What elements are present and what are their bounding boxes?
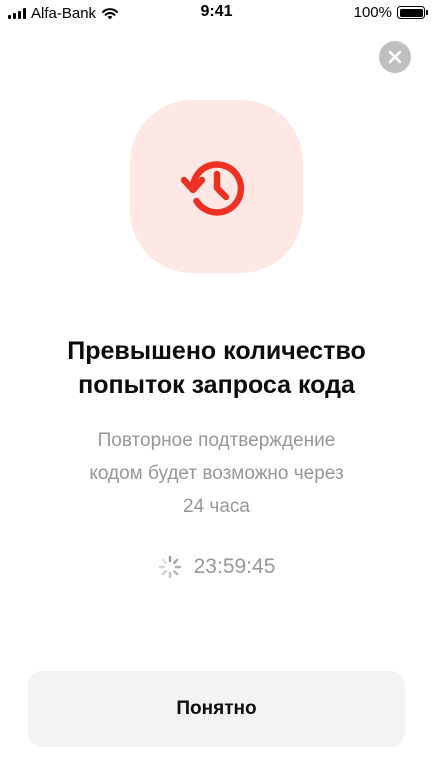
history-clock-icon <box>180 160 244 216</box>
dialog-title-line-2: попыток запроса кода <box>78 371 355 399</box>
status-right: 100% <box>353 4 428 21</box>
close-icon <box>388 50 402 64</box>
hero-icon-tile <box>130 100 303 273</box>
dialog-subtitle-line-1: Повторное подтверждение <box>97 430 336 451</box>
dialog-title-line-1: Превышено количество <box>67 337 366 365</box>
close-button[interactable] <box>379 41 411 73</box>
spinner-icon <box>158 555 181 579</box>
countdown-value: 23:59:45 <box>193 555 276 578</box>
battery-percent: 100% <box>353 4 392 21</box>
dialog-title: Превышено количество попыток запроса код… <box>20 334 413 402</box>
status-bar: Alfa-Bank 9:41 100% <box>0 0 433 28</box>
battery-icon <box>397 6 428 19</box>
dialog-subtitle-line-3: 24 часа <box>183 496 250 517</box>
dialog-subtitle-line-2: кодом будет возможно через <box>89 463 344 484</box>
dialog-subtitle: Повторное подтверждение кодом будет возм… <box>50 424 383 523</box>
countdown-timer: 23:59:45 <box>0 555 433 579</box>
ok-button[interactable]: Понятно <box>28 671 405 747</box>
